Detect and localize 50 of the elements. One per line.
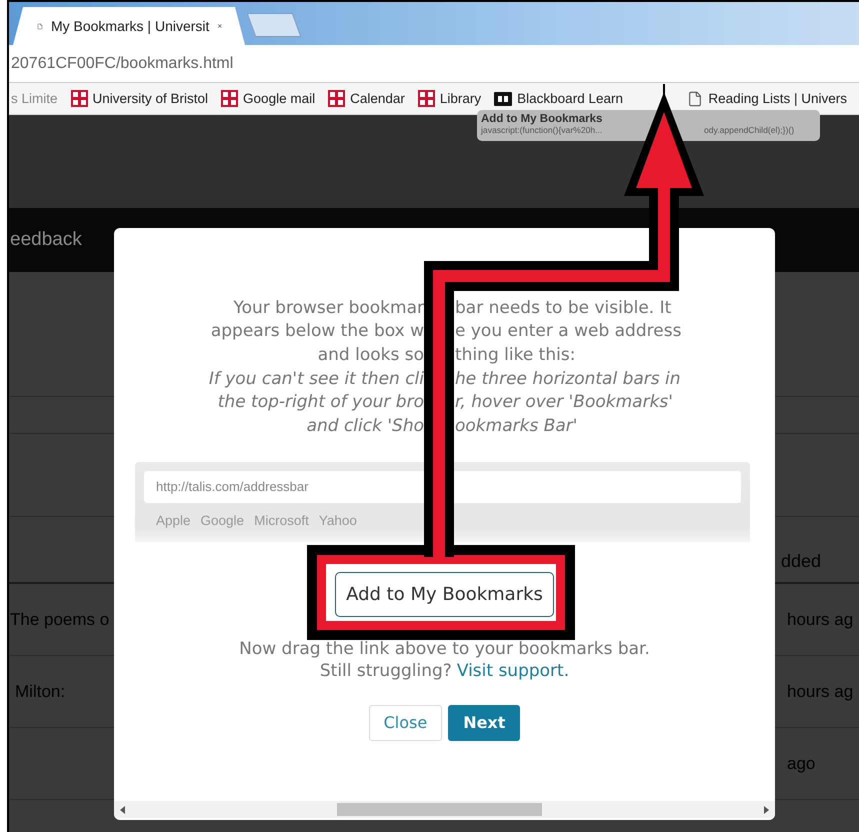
crest-icon: [328, 90, 346, 107]
bookmarklet-link[interactable]: Add to My Bookmarks: [335, 572, 554, 617]
bookmark-link[interactable]: Calendar: [350, 91, 405, 106]
bookmark-link[interactable]: University of Bristol: [92, 91, 208, 106]
table-cell: Milton:: [15, 682, 66, 702]
instruction-text: e you enter a web address: [455, 321, 682, 342]
instruction-text: thing like this:: [455, 344, 576, 365]
instruction-text: he three horizontal bars in: [455, 368, 681, 389]
instruction-text: r, hover over 'Bookmarks': [455, 392, 673, 412]
tooltip-title: Add to My Bookmarks: [481, 113, 602, 125]
instruction-text: If you can't see it then cli: [208, 368, 424, 389]
instruction-text: and looks so: [318, 344, 424, 365]
crest-icon: [418, 90, 435, 107]
tooltip-url: javascript:(function(){var%20h...: [481, 125, 602, 135]
crest-icon: [221, 90, 238, 107]
example-address-field: http://talis.com/addressbar: [144, 470, 741, 503]
horizontal-scrollbar[interactable]: [114, 801, 775, 818]
example-bookmark: Yahoo: [318, 512, 357, 528]
example-bookmark: Microsoft: [254, 512, 309, 528]
scroll-left-icon[interactable]: [120, 806, 125, 814]
page-icon: [687, 90, 704, 106]
next-button[interactable]: Next: [448, 704, 520, 741]
table-cell: The poems o: [10, 610, 110, 630]
example-bookmark: Apple: [156, 512, 191, 528]
table-cell-text: hours ag: [787, 682, 854, 702]
instruction-text: and click 'Sho: [306, 416, 424, 436]
bookmark-link[interactable]: Blackboard Learn: [517, 91, 623, 106]
browser-tab[interactable]: My Bookmarks | Universit: [13, 7, 245, 45]
drag-hint: Now drag the link above to your bookmarks bar.: [239, 638, 650, 659]
instruction-text: bar needs to be visible. It: [455, 298, 672, 318]
crest-icon: [70, 90, 88, 107]
scrollbar-thumb[interactable]: [337, 803, 542, 816]
table-cell-text: hours ag: [787, 610, 854, 630]
support-link[interactable]: Visit support.: [456, 660, 570, 681]
bookmark-link[interactable]: Reading Lists | Univers: [708, 91, 847, 106]
help-text: Still struggling?: [320, 660, 452, 681]
instruction-text: appears below the box w: [210, 321, 424, 342]
instruction-text: Your browser bookmar: [233, 298, 424, 318]
bookmark-link[interactable]: Library: [440, 91, 482, 106]
instruction-text: ookmarks Bar': [455, 416, 578, 436]
board-icon: [494, 92, 512, 106]
close-button[interactable]: Close: [368, 704, 442, 741]
table-cell-text: ago: [787, 754, 816, 774]
instruction-text: the top-right of your bro: [218, 392, 424, 412]
tooltip-url: ody.appendChild(el);})(): [704, 125, 794, 135]
example-bookmark: Google: [200, 512, 244, 528]
scroll-right-icon[interactable]: [764, 806, 769, 814]
nav-link[interactable]: eedback: [10, 229, 82, 251]
bookmark-link[interactable]: Google mail: [243, 91, 316, 106]
column-header: dded: [781, 551, 822, 572]
